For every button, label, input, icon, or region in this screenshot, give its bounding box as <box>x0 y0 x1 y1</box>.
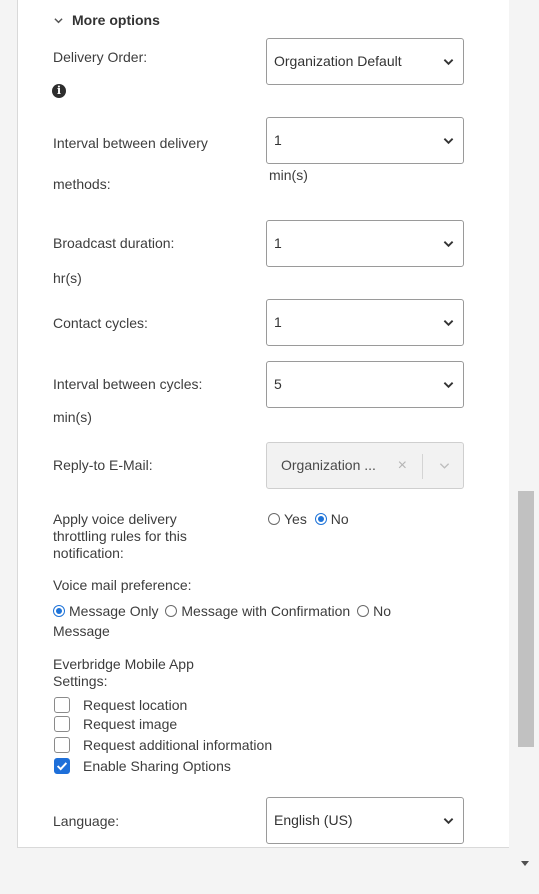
contact-cycles-label: Contact cycles: <box>53 315 148 331</box>
delivery-order-value: Organization Default <box>274 53 402 69</box>
request-additional-info-checkbox[interactable] <box>54 737 70 753</box>
language-select[interactable]: English (US) <box>266 797 464 844</box>
info-icon[interactable]: i <box>52 84 66 98</box>
interval-cycles-value: 5 <box>274 376 282 392</box>
voice-throttling-label-line2: throttling rules for this <box>53 528 187 544</box>
radio-no-message[interactable]: No <box>357 603 391 619</box>
voice-throttling-radio-group: Yes No <box>268 510 349 528</box>
reply-to-label: Reply-to E-Mail: <box>53 457 153 473</box>
interval-cycles-label: Interval between cycles: <box>53 376 203 392</box>
interval-methods-label-line1: Interval between delivery <box>53 135 208 151</box>
mobile-app-label-line1: Everbridge Mobile App <box>53 656 194 672</box>
caret-down-icon <box>439 463 450 469</box>
interval-cycles-unit: min(s) <box>53 409 92 425</box>
broadcast-duration-label: Broadcast duration: <box>53 235 175 251</box>
radio-message-confirmation[interactable]: Message with Confirmation <box>165 603 350 619</box>
voice-mail-radio-group: Message Only Message with Confirmation N… <box>53 602 391 620</box>
radio-no[interactable]: No <box>314 511 349 527</box>
enable-sharing-checkbox[interactable] <box>54 758 70 774</box>
broadcast-duration-unit: hr(s) <box>53 270 82 286</box>
chevron-down-icon <box>54 17 63 23</box>
broadcast-duration-value: 1 <box>274 235 282 251</box>
check-icon <box>56 762 68 771</box>
scrollbar-thumb[interactable] <box>518 491 534 747</box>
interval-methods-unit: min(s) <box>269 167 308 183</box>
mobile-app-label-line2: Settings: <box>53 673 108 689</box>
request-image-label: Request image <box>83 716 178 732</box>
interval-methods-label-line2: methods: <box>53 176 111 192</box>
caret-down-icon <box>443 320 454 327</box>
request-location-label: Request location <box>83 697 188 713</box>
scrollbar-track[interactable] <box>513 0 539 894</box>
reply-to-value: Organization ... <box>281 457 376 473</box>
contact-cycles-select[interactable]: 1 <box>266 299 464 346</box>
request-additional-info-label: Request additional information <box>83 737 273 753</box>
voice-mail-wrap-text: Message <box>53 623 110 639</box>
enable-sharing-label: Enable Sharing Options <box>83 758 231 774</box>
more-options-label: More options <box>72 12 160 28</box>
caret-down-icon <box>443 59 454 66</box>
radio-message-confirmation-label: Message with Confirmation <box>181 603 351 619</box>
radio-no-label: No <box>330 511 349 527</box>
language-label: Language: <box>53 813 120 829</box>
more-options-toggle[interactable]: More options <box>54 12 160 28</box>
radio-yes-circle[interactable] <box>268 513 280 525</box>
interval-cycles-select[interactable]: 5 <box>266 361 464 408</box>
select-divider <box>422 454 423 479</box>
radio-message-confirmation-circle[interactable] <box>165 605 178 617</box>
voice-throttling-label-line3: notification: <box>53 545 124 561</box>
delivery-order-select[interactable]: Organization Default <box>266 38 464 85</box>
caret-down-icon <box>443 382 454 389</box>
caret-down-icon <box>443 241 454 248</box>
radio-message-only-circle[interactable] <box>53 605 65 617</box>
delivery-order-label: Delivery Order: <box>53 49 148 65</box>
radio-message-only[interactable]: Message Only <box>53 603 158 619</box>
radio-no-message-circle[interactable] <box>357 605 370 617</box>
radio-yes[interactable]: Yes <box>268 511 307 527</box>
request-image-checkbox[interactable] <box>54 716 70 732</box>
contact-cycles-value: 1 <box>274 314 282 330</box>
radio-no-message-label: No <box>373 603 392 619</box>
interval-methods-select[interactable]: 1 <box>266 117 464 164</box>
radio-no-circle[interactable] <box>314 513 327 525</box>
voice-throttling-label-line1: Apply voice delivery <box>53 511 177 527</box>
scroll-down-arrow-icon[interactable] <box>521 861 529 866</box>
radio-message-only-label: Message Only <box>69 603 159 619</box>
radio-yes-label: Yes <box>284 511 307 527</box>
request-location-checkbox[interactable] <box>54 697 70 713</box>
caret-down-icon <box>443 138 454 145</box>
voice-mail-label: Voice mail preference: <box>53 577 192 593</box>
page: More options Delivery Order: i Organizat… <box>0 0 539 894</box>
reply-to-select[interactable]: Organization ... × <box>266 442 464 489</box>
language-value: English (US) <box>274 812 353 828</box>
broadcast-duration-select[interactable]: 1 <box>266 220 464 267</box>
close-icon[interactable]: × <box>398 458 407 474</box>
caret-down-icon <box>443 818 454 825</box>
interval-methods-value: 1 <box>274 132 282 148</box>
